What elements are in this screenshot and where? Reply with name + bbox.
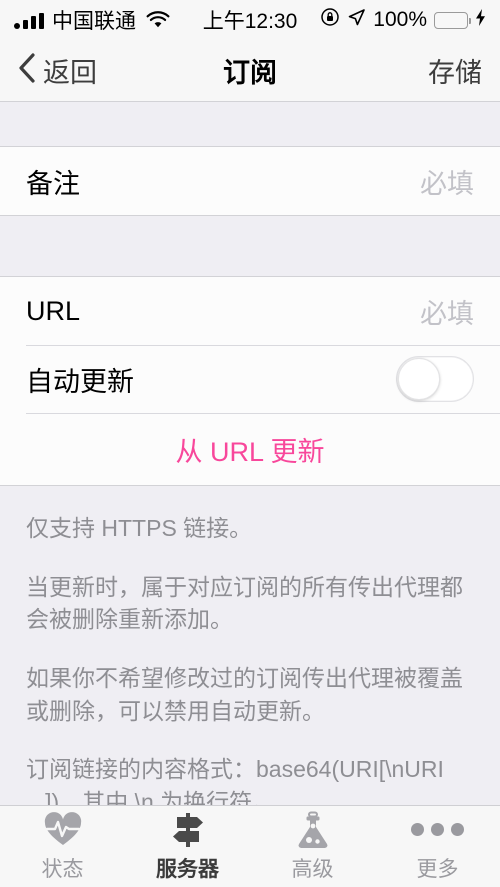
back-button-label: 返回 [43, 58, 97, 88]
top-spacer [0, 102, 500, 146]
battery-full-icon [434, 11, 471, 29]
signpost-icon [167, 811, 209, 849]
save-button[interactable]: 存储 [428, 51, 482, 90]
update-from-url-button[interactable]: 从 URL 更新 [175, 430, 324, 469]
tab-bar: 状态 服务器 高级 更多 [0, 805, 500, 887]
app-screen: 中国联通 上午12:30 100% 返回 订阅 存储 备注 必填 URL 必填 … [0, 0, 500, 887]
rotation-lock-icon [320, 7, 340, 33]
tab-status-label: 状态 [41, 857, 84, 881]
footer-note-1: 仅支持 HTTPS 链接。 [26, 515, 253, 541]
tab-advanced[interactable]: 高级 [250, 806, 375, 887]
navigation-bar: 返回 订阅 存储 [0, 40, 500, 102]
remark-label: 备注 [26, 168, 80, 199]
flask-icon [294, 811, 332, 849]
auto-update-label: 自动更新 [26, 366, 134, 397]
heart-pulse-icon [43, 811, 83, 849]
footer-note-2: 当更新时，属于对应订阅的所有传出代理都会被删除重新添加。 [26, 573, 463, 633]
location-arrow-icon [347, 8, 366, 33]
tab-status[interactable]: 状态 [0, 806, 125, 887]
toggle-knob [398, 358, 440, 400]
battery-percent: 100% [373, 8, 427, 31]
auto-update-toggle[interactable] [396, 356, 474, 402]
carrier-name: 中国联通 [52, 10, 136, 33]
remark-input[interactable]: 必填 [420, 162, 474, 201]
remark-row[interactable]: 备注 必填 [0, 147, 500, 215]
chevron-left-icon [18, 53, 36, 88]
back-button[interactable]: 返回 [18, 51, 97, 90]
settings-content: 备注 必填 URL 必填 自动更新 从 URL 更新 仅支持 HTTPS 链接。… [0, 102, 500, 805]
lightning-bolt-icon [475, 8, 486, 32]
status-bar-left: 中国联通 [14, 5, 170, 35]
status-bar: 中国联通 上午12:30 100% [0, 0, 500, 40]
tab-advanced-label: 高级 [291, 857, 334, 881]
status-bar-right: 100% [320, 7, 486, 33]
remark-section: 备注 必填 [0, 146, 500, 216]
footer-note-4: 订阅链接的内容格式：base64(URI[\nURI ...])，其中 \n 为… [26, 756, 444, 805]
url-input[interactable]: 必填 [420, 292, 474, 331]
update-from-url-row[interactable]: 从 URL 更新 [0, 413, 500, 485]
tab-more[interactable]: 更多 [375, 806, 500, 887]
url-row[interactable]: URL 必填 [0, 277, 500, 345]
tab-more-label: 更多 [416, 857, 459, 881]
wifi-icon [146, 11, 170, 29]
ellipsis-icon [411, 811, 464, 849]
footer-notes: 仅支持 HTTPS 链接。 当更新时，属于对应订阅的所有传出代理都会被删除重新添… [0, 486, 500, 805]
url-section: URL 必填 自动更新 从 URL 更新 [0, 276, 500, 486]
tab-server[interactable]: 服务器 [125, 806, 250, 887]
tab-server-label: 服务器 [156, 857, 219, 881]
auto-update-row: 自动更新 [0, 345, 500, 413]
footer-note-3: 如果你不希望修改过的订阅传出代理被覆盖或删除，可以禁用自动更新。 [26, 664, 463, 724]
signal-bars-icon [14, 12, 44, 29]
url-label: URL [26, 295, 81, 326]
